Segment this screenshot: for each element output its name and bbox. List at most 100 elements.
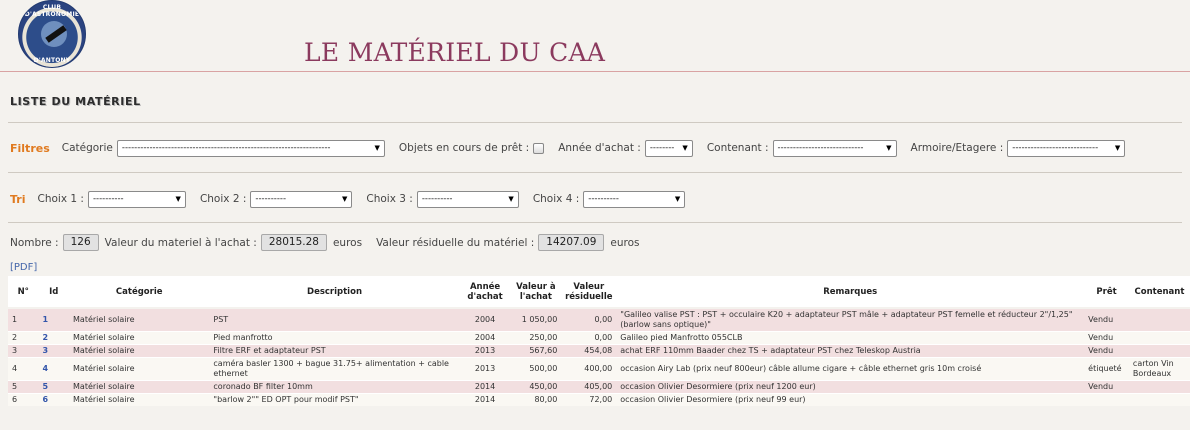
logo-bottom-text: D'ANTONY [33, 57, 71, 64]
cell-num: 5 [8, 380, 39, 394]
col-header-valeur-residuelle[interactable]: Valeur résiduelle [561, 276, 617, 309]
logo-top-text: CLUB D'ASTRONOMIE [24, 4, 80, 18]
cell-id-link[interactable]: 6 [38, 393, 70, 406]
valeur-achat-label: Valeur du materiel à l'achat : [104, 236, 257, 249]
choix1-select-value: ---------- [92, 194, 124, 204]
annee-select[interactable]: -------- ▼ [644, 139, 693, 157]
cell-id-link[interactable]: 2 [38, 331, 70, 345]
currency-label: euros [610, 236, 640, 249]
cell-contenant [1128, 380, 1190, 394]
choix4-select[interactable]: ---------- ▼ [583, 190, 686, 208]
table-row: 1 1 Matériel solaire PST 2004 1 050,00 0… [8, 307, 1190, 332]
cell-valeur-residuelle: 0,00 [561, 307, 617, 332]
cell-remarques: achat ERF 110mm Baader chez TS + adaptat… [616, 344, 1085, 358]
contenant-select[interactable]: ---------------------------- ▼ [772, 139, 897, 157]
cell-contenant [1128, 393, 1190, 406]
cell-description: Filtre ERF et adaptateur PST [209, 344, 460, 358]
col-header-contenant[interactable]: Contenant [1128, 276, 1190, 309]
sort-bar: Tri Choix 1 : ---------- ▼ Choix 2 : ---… [10, 189, 699, 209]
categorie-select-value: ----------------------------------------… [121, 143, 331, 153]
col-header-num[interactable]: N° [8, 276, 39, 309]
cell-categorie: Matériel solaire [69, 344, 210, 358]
table-row: 3 3 Matériel solaire Filtre ERF et adapt… [8, 344, 1190, 358]
chevron-down-icon: ▼ [886, 144, 892, 152]
col-header-categorie[interactable]: Catégorie [69, 276, 210, 309]
materiel-table: N° Id Catégorie Description Année d'acha… [8, 276, 1190, 406]
cell-id-link[interactable]: 5 [38, 380, 70, 394]
cell-annee: 2004 [459, 307, 511, 332]
table-row: 6 6 Matériel solaire "barlow 2"" ED OPT … [8, 393, 1190, 406]
choix3-select-value: ---------- [421, 194, 453, 204]
table-header-row: N° Id Catégorie Description Année d'acha… [8, 276, 1190, 309]
cell-num: 3 [8, 344, 39, 358]
cell-valeur-residuelle: 454,08 [561, 344, 617, 358]
cell-valeur-achat: 567,60 [510, 344, 562, 358]
chevron-down-icon: ▼ [341, 195, 348, 203]
cell-id-link[interactable]: 1 [38, 307, 70, 332]
cell-remarques: Galileo pied Manfrotto 055CLB [616, 331, 1085, 345]
telescope-icon [41, 21, 67, 47]
cell-valeur-residuelle: 0,00 [561, 331, 617, 345]
cell-categorie: Matériel solaire [69, 393, 210, 406]
choix1-select[interactable]: ---------- ▼ [87, 190, 186, 208]
cell-description: caméra basler 1300 + bague 31.75+ alimen… [209, 357, 460, 381]
table-row: 4 4 Matériel solaire caméra basler 1300 … [8, 357, 1190, 381]
divider [8, 222, 1182, 223]
pdf-link[interactable]: [PDF] [10, 262, 37, 273]
cell-pret: Vendu [1084, 307, 1129, 332]
annee-label: Année d'achat : [558, 142, 641, 154]
armoire-select[interactable]: ---------------------------- ▼ [1007, 139, 1126, 157]
choix2-label: Choix 2 : [199, 193, 247, 205]
col-header-description[interactable]: Description [209, 276, 460, 309]
cell-valeur-achat: 80,00 [510, 393, 562, 406]
cell-valeur-residuelle: 405,00 [561, 380, 617, 394]
choix4-select-value: ---------- [588, 194, 619, 204]
cell-num: 4 [8, 357, 39, 381]
categorie-select[interactable]: ----------------------------------------… [116, 139, 385, 157]
choix3-select[interactable]: ---------- ▼ [416, 190, 519, 208]
col-header-remarques[interactable]: Remarques [616, 276, 1085, 309]
choix1-label: Choix 1 : [37, 193, 84, 205]
cell-categorie: Matériel solaire [69, 380, 210, 394]
choix3-label: Choix 3 : [366, 193, 413, 205]
col-header-pret[interactable]: Prêt [1084, 276, 1129, 309]
cell-remarques: "Galileo valise PST : PST + occulaire K2… [616, 307, 1085, 332]
page-title: LE MATÉRIEL DU CAA [304, 38, 606, 67]
section-title: LISTE DU MATÉRIEL [10, 95, 141, 108]
contenant-select-value: ---------------------------- [777, 143, 864, 153]
cell-pret: étiqueté [1084, 357, 1129, 381]
col-header-valeur-achat[interactable]: Valeur à l'achat [510, 276, 562, 309]
nombre-label: Nombre : [10, 236, 59, 249]
cell-annee: 2013 [459, 344, 511, 358]
club-logo[interactable]: CLUB D'ASTRONOMIE D'ANTONY [18, 0, 86, 68]
pret-checkbox[interactable] [533, 142, 545, 154]
cell-contenant: carton Vin Bordeaux [1128, 357, 1190, 381]
cell-pret [1084, 393, 1129, 406]
cell-id-link[interactable]: 4 [38, 357, 70, 381]
cell-description: coronado BF filter 10mm [209, 380, 460, 394]
cell-num: 2 [8, 331, 39, 345]
armoire-label: Armoire/Etagere : [910, 142, 1004, 154]
col-header-id[interactable]: Id [38, 276, 70, 309]
cell-id-link[interactable]: 3 [38, 344, 70, 358]
cell-description: PST [209, 307, 460, 332]
currency-label: euros [332, 236, 363, 249]
cell-annee: 2013 [459, 357, 511, 381]
valeur-achat-value: 28015.28 [260, 234, 327, 251]
valeur-residuelle-label: Valeur résiduelle du matériel : [376, 236, 535, 249]
nombre-value: 126 [62, 234, 99, 251]
divider [8, 172, 1182, 173]
chevron-down-icon: ▼ [1114, 144, 1121, 152]
cell-pret: Vendu [1084, 331, 1129, 345]
choix2-select[interactable]: ---------- ▼ [250, 190, 353, 208]
col-header-annee[interactable]: Année d'achat [459, 276, 511, 309]
cell-remarques: occasion Olivier Desormiere (prix neuf 1… [616, 380, 1085, 394]
cell-contenant [1128, 344, 1190, 358]
cell-num: 6 [8, 393, 39, 406]
page-header: CLUB D'ASTRONOMIE D'ANTONY LE MATÉRIEL D… [0, 0, 1190, 72]
filters-label: Filtres [10, 141, 50, 155]
chevron-down-icon: ▼ [374, 144, 380, 152]
table-row: 2 2 Matériel solaire Pied manfrotto 2004… [8, 331, 1190, 345]
table-row: 5 5 Matériel solaire coronado BF filter … [8, 380, 1190, 394]
cell-contenant [1128, 331, 1190, 345]
